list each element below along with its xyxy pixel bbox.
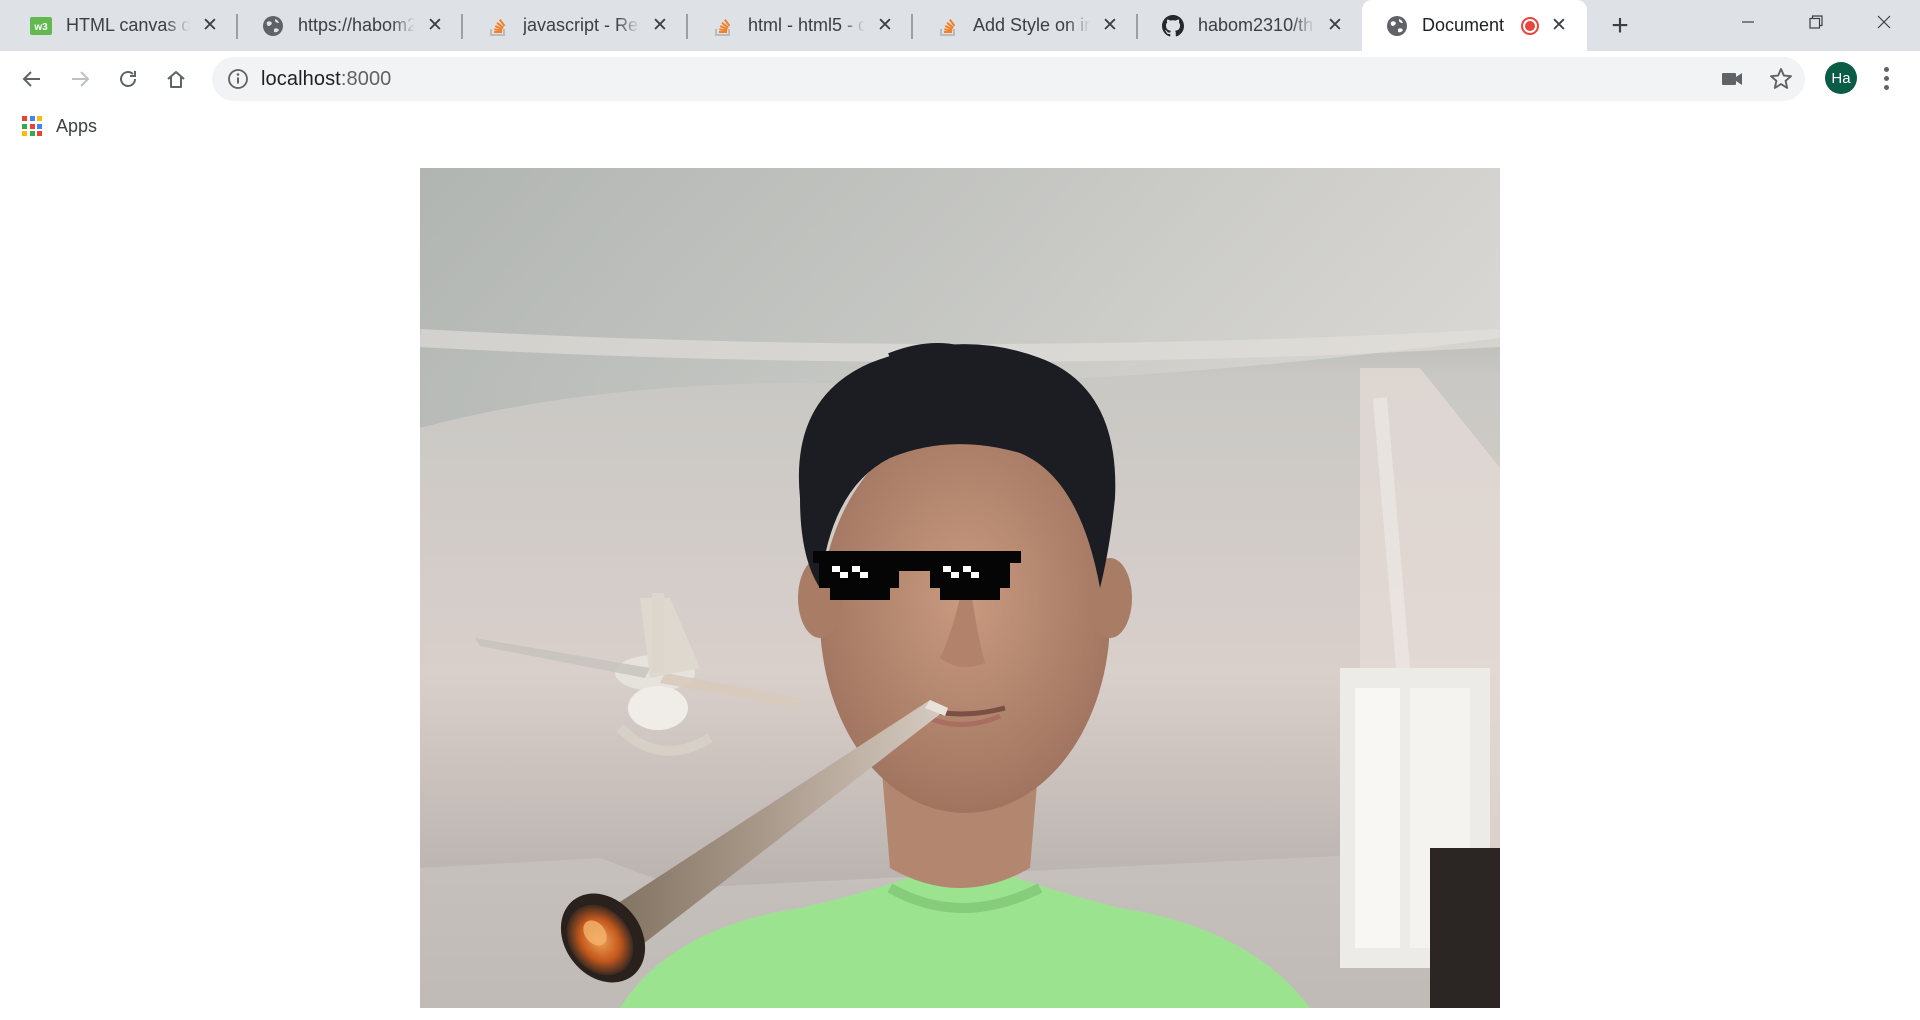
tab-title: html - html5 - canvas [748, 15, 865, 35]
stackoverflow-icon [936, 14, 960, 38]
bookmark-apps[interactable]: Apps [22, 113, 97, 139]
tab-title: Document [1422, 15, 1505, 35]
reload-button[interactable] [109, 60, 147, 98]
tab-html5-canvas[interactable]: html - html5 - canvas ✕ [688, 0, 913, 51]
camera-in-use-icon[interactable] [1720, 68, 1744, 90]
recording-indicator-icon [1521, 16, 1539, 35]
back-button[interactable] [13, 60, 51, 98]
new-tab-button[interactable]: + [1602, 8, 1638, 44]
close-window-button[interactable] [1850, 0, 1918, 44]
apps-grid-icon [22, 116, 42, 136]
globe-icon [261, 14, 285, 38]
url-host: localhost [261, 68, 341, 90]
stackoverflow-icon [711, 14, 735, 38]
close-tab-icon[interactable]: ✕ [648, 14, 672, 38]
tab-add-style-image[interactable]: Add Style on image ✕ [913, 0, 1138, 51]
close-tab-icon[interactable]: ✕ [873, 14, 897, 38]
restore-icon [1809, 15, 1823, 29]
menu-dot-icon [1883, 75, 1889, 81]
reload-icon [120, 71, 136, 87]
menu-dot-icon [1883, 66, 1889, 72]
globe-icon [1385, 14, 1409, 38]
home-button[interactable] [157, 60, 195, 98]
tab-habom-github-io[interactable]: https://habom2310.github.io ✕ [238, 0, 463, 51]
webcam-photo [420, 168, 1500, 1008]
tab-github-repo[interactable]: habom2310/thug-life ✕ [1138, 0, 1363, 51]
stackoverflow-icon [486, 14, 510, 38]
tab-title: habom2310/thug-life [1198, 15, 1315, 35]
tab-title: HTML canvas drawImage [66, 15, 190, 35]
browser-toolbar: localhost:8000 Ha [0, 51, 1920, 107]
close-tab-icon[interactable]: ✕ [1547, 14, 1571, 38]
browser-menu-button[interactable] [1872, 62, 1900, 94]
close-tab-icon[interactable]: ✕ [1323, 14, 1347, 38]
tab-html-canvas[interactable]: w3 HTML canvas drawImage ✕ [6, 0, 238, 51]
tab-title: javascript - Resize image [523, 15, 640, 35]
back-arrow-icon [22, 71, 40, 87]
github-icon [1161, 14, 1185, 38]
svg-text:w3: w3 [33, 22, 48, 33]
site-info-icon[interactable] [226, 67, 250, 91]
bookmarks-bar: Apps [0, 107, 1920, 143]
restore-button[interactable] [1782, 0, 1850, 44]
bookmark-label: Apps [56, 115, 98, 136]
forward-arrow-icon [72, 71, 90, 87]
tab-resize-image[interactable]: javascript - Resize image ✕ [463, 0, 688, 51]
bookmark-star-icon[interactable] [1768, 66, 1794, 92]
home-icon [167, 71, 185, 88]
w3schools-icon: w3 [29, 14, 53, 38]
tab-strip: w3 HTML canvas drawImage ✕ https://habom… [0, 0, 1920, 51]
close-icon [1877, 15, 1891, 29]
url-port: :8000 [340, 68, 392, 90]
profile-avatar[interactable]: Ha [1825, 62, 1857, 94]
close-tab-icon[interactable]: ✕ [423, 14, 447, 38]
close-tab-icon[interactable]: ✕ [1098, 14, 1122, 38]
url-text: localhost:8000 [261, 68, 391, 91]
forward-button[interactable] [61, 60, 99, 98]
close-tab-icon[interactable]: ✕ [198, 14, 222, 38]
tab-document[interactable]: Document ✕ [1362, 0, 1587, 51]
tab-title: https://habom2310.github.io [298, 15, 415, 35]
page-content [0, 143, 1920, 1020]
webcam-canvas [420, 168, 1500, 1008]
menu-dot-icon [1883, 84, 1889, 90]
address-bar[interactable]: localhost:8000 [212, 57, 1805, 101]
minimize-icon [1742, 21, 1754, 23]
minimize-button[interactable] [1714, 0, 1782, 44]
tab-title: Add Style on image [973, 15, 1090, 35]
